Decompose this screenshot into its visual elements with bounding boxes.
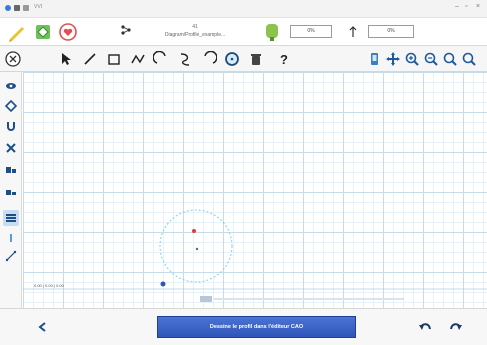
file-index: 41: [192, 24, 198, 30]
red-point: [192, 229, 196, 233]
instruction-banner: Dessine le profil dans l'éditeur CAO: [157, 316, 356, 338]
measure-icon[interactable]: [3, 248, 19, 264]
top-toolbar: 41 Diagram/Profile_example... 0% 0%: [0, 18, 487, 46]
canvas-drawing: [23, 209, 487, 290]
undo-icon[interactable]: [416, 318, 434, 336]
rectangle-icon[interactable]: [104, 49, 124, 69]
zoom-in-icon[interactable]: [402, 49, 422, 69]
zoom-reset-icon[interactable]: [459, 49, 479, 69]
unit-icon[interactable]: [348, 22, 358, 42]
instruction-text: Dessine le profil dans l'éditeur CAO: [209, 324, 304, 330]
app-name: VVI: [34, 4, 43, 10]
heart-icon[interactable]: [58, 22, 78, 42]
cad-editor-window: VVI – ▫ × 41 Diagram/Profile_example... …: [0, 0, 487, 345]
curve-icon[interactable]: [175, 49, 195, 69]
arc-reverse-icon[interactable]: [199, 49, 219, 69]
center-point: [195, 247, 199, 251]
second-value-input[interactable]: 0%: [368, 25, 414, 38]
file-title: 41 Diagram/Profile_example...: [150, 23, 240, 39]
redo-icon[interactable]: [447, 318, 465, 336]
bottom-bar: Dessine le profil dans l'éditeur CAO: [0, 308, 487, 345]
phone-icon[interactable]: [364, 49, 384, 69]
maximize-button[interactable]: ▫: [465, 3, 467, 10]
file-name: Diagram/Profile_example...: [164, 32, 226, 38]
zoom-fit-icon[interactable]: [440, 49, 460, 69]
delete-x-icon[interactable]: [3, 140, 19, 156]
eye-icon[interactable]: [3, 78, 19, 94]
help-icon[interactable]: ?: [274, 49, 294, 69]
back-arrow-icon[interactable]: [34, 318, 52, 336]
drawing-toolbar: ?: [0, 46, 487, 72]
share-icon[interactable]: [120, 22, 132, 42]
coordinates-readout: 0.00 | 0.00 | 0.00: [34, 283, 64, 288]
grid-icon[interactable]: [3, 210, 19, 226]
trash-icon[interactable]: [246, 49, 266, 69]
arc-icon[interactable]: [151, 49, 171, 69]
pan-icon[interactable]: [383, 49, 403, 69]
magnet-icon[interactable]: [3, 118, 19, 134]
first-value-input[interactable]: 0%: [290, 25, 332, 38]
title-bar: VVI – ▫ ×: [0, 0, 487, 18]
origin-point: [160, 281, 166, 287]
shield-tag-icon[interactable]: [262, 22, 282, 42]
minimize-button[interactable]: –: [455, 3, 459, 10]
circle-icon[interactable]: [222, 49, 242, 69]
move-diamond-icon[interactable]: [33, 22, 53, 42]
drawing-canvas[interactable]: [23, 72, 487, 308]
layers-b-icon[interactable]: [3, 184, 19, 200]
app-logo-icon: [5, 5, 11, 11]
status-strip: [200, 296, 410, 302]
pencil-icon[interactable]: [7, 22, 27, 42]
polyline-icon[interactable]: [128, 49, 148, 69]
node-icon[interactable]: [3, 98, 19, 114]
line-icon[interactable]: [80, 49, 100, 69]
layers-a-icon[interactable]: [3, 162, 19, 178]
close-button[interactable]: ×: [476, 3, 480, 10]
close-circle-icon[interactable]: [3, 49, 23, 69]
pin-icon[interactable]: [3, 230, 19, 246]
pointer-icon[interactable]: [56, 49, 76, 69]
menu-icon[interactable]: [23, 5, 29, 11]
zoom-out-icon[interactable]: [421, 49, 441, 69]
profile-circle: [159, 209, 233, 283]
left-tool-panel: [0, 72, 22, 308]
save-icon[interactable]: [14, 5, 20, 11]
